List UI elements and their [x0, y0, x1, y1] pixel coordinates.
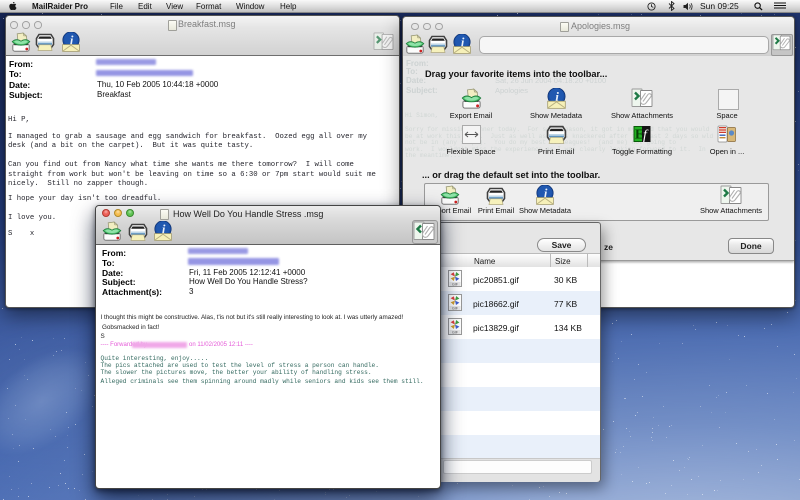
svg-text:GIF: GIF [452, 282, 459, 286]
svg-text:GIF: GIF [452, 306, 459, 310]
svg-text:GIF: GIF [452, 330, 459, 334]
